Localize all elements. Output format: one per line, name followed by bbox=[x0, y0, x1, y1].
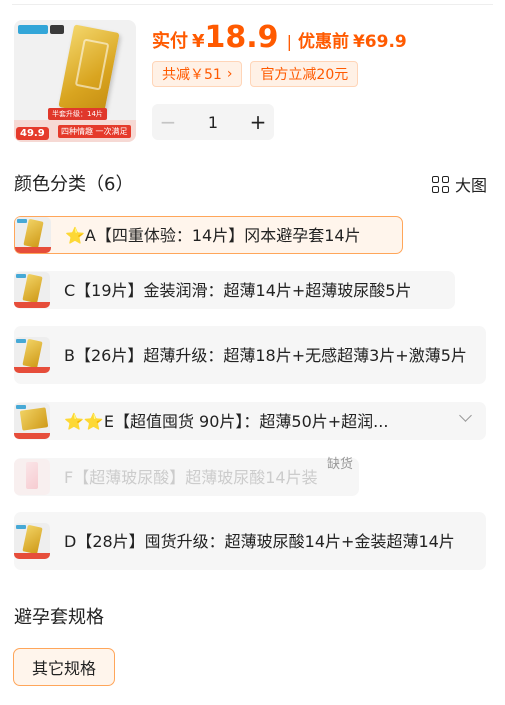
spec-option-other[interactable]: 其它规格 bbox=[13, 648, 115, 686]
option-a-label: ⭐A【四重体验：14片】冈本避孕套14片 bbox=[65, 225, 361, 245]
paid-label: 实付 bbox=[152, 31, 188, 52]
product-box-image bbox=[58, 24, 120, 116]
product-slogan: 四种情趣 一次满足 bbox=[58, 125, 131, 138]
chevron-right-icon: › bbox=[226, 66, 233, 82]
price-row: 实付 ¥ 18.9 | 优惠前 ¥69.9 bbox=[152, 20, 407, 56]
price-separator: | bbox=[286, 32, 292, 51]
option-c-thumb bbox=[14, 272, 50, 308]
increase-button[interactable]: + bbox=[242, 104, 274, 140]
sold-out-badge: 缺货 bbox=[326, 457, 353, 472]
product-thumb-price: 49.9 bbox=[16, 127, 49, 140]
brand-mark bbox=[50, 25, 64, 34]
option-d[interactable]: D【28片】囤货升级：超薄玻尿酸14片+金装超薄14片 bbox=[14, 512, 486, 570]
option-a-thumb bbox=[15, 217, 51, 253]
original-price: ¥69.9 bbox=[352, 32, 407, 52]
top-divider bbox=[12, 4, 493, 5]
option-e[interactable]: ⭐⭐E【超值囤货 90片】：超薄50片+超润... bbox=[14, 402, 486, 440]
total-discount-pill[interactable]: 共减￥51 › bbox=[152, 61, 243, 87]
option-d-thumb bbox=[14, 523, 50, 559]
official-discount-pill[interactable]: 官方立减20元 bbox=[250, 61, 359, 87]
option-d-label: D【28片】囤货升级：超薄玻尿酸14片+金装超薄14片 bbox=[64, 531, 455, 551]
quantity-stepper: − 1 + bbox=[152, 104, 274, 140]
option-f-thumb bbox=[14, 459, 50, 495]
option-f-label: F【超薄玻尿酸】超薄玻尿酸14片装 bbox=[64, 467, 318, 487]
spec-section-title: 避孕套规格 bbox=[14, 607, 104, 628]
option-c-label: C【19片】金装润滑：超薄14片+超薄玻尿酸5片 bbox=[64, 280, 412, 300]
option-f: F【超薄玻尿酸】超薄玻尿酸14片装 缺货 bbox=[14, 457, 359, 496]
big-view-toggle[interactable]: 大图 bbox=[431, 172, 487, 196]
decrease-button[interactable]: − bbox=[152, 104, 184, 140]
brand-logo bbox=[18, 25, 48, 34]
chevron-down-icon[interactable] bbox=[459, 409, 472, 422]
total-discount-label: 共减￥51 bbox=[162, 67, 222, 83]
color-section-title: 颜色分类（6） bbox=[14, 174, 134, 195]
product-tag: 半套升级：14片 bbox=[48, 108, 107, 120]
option-a[interactable]: ⭐A【四重体验：14片】冈本避孕套14片 bbox=[14, 216, 403, 254]
coupon-row: 共减￥51 › 官方立减20元 bbox=[152, 61, 359, 87]
official-discount-label: 官方立减20元 bbox=[260, 67, 349, 83]
paid-amount: 18.9 bbox=[204, 20, 279, 55]
grid-view-icon bbox=[431, 175, 449, 193]
option-c[interactable]: C【19片】金装润滑：超薄14片+超薄玻尿酸5片 bbox=[14, 271, 455, 309]
option-e-thumb bbox=[14, 403, 50, 439]
option-e-label: ⭐⭐E【超值囤货 90片】：超薄50片+超润... bbox=[64, 411, 389, 431]
product-image[interactable]: 半套升级：14片 49.9 四种情趣 一次满足 bbox=[14, 20, 136, 142]
option-b[interactable]: B【26片】超薄升级：超薄18片+无感超薄3片+激薄5片 bbox=[14, 326, 486, 384]
currency-symbol: ¥ bbox=[192, 31, 205, 52]
original-price-label: 优惠前 bbox=[297, 32, 349, 52]
quantity-value[interactable]: 1 bbox=[184, 104, 242, 140]
option-b-thumb bbox=[14, 337, 50, 373]
big-view-label: 大图 bbox=[454, 176, 487, 195]
option-b-label: B【26片】超薄升级：超薄18片+无感超薄3片+激薄5片 bbox=[64, 345, 467, 365]
